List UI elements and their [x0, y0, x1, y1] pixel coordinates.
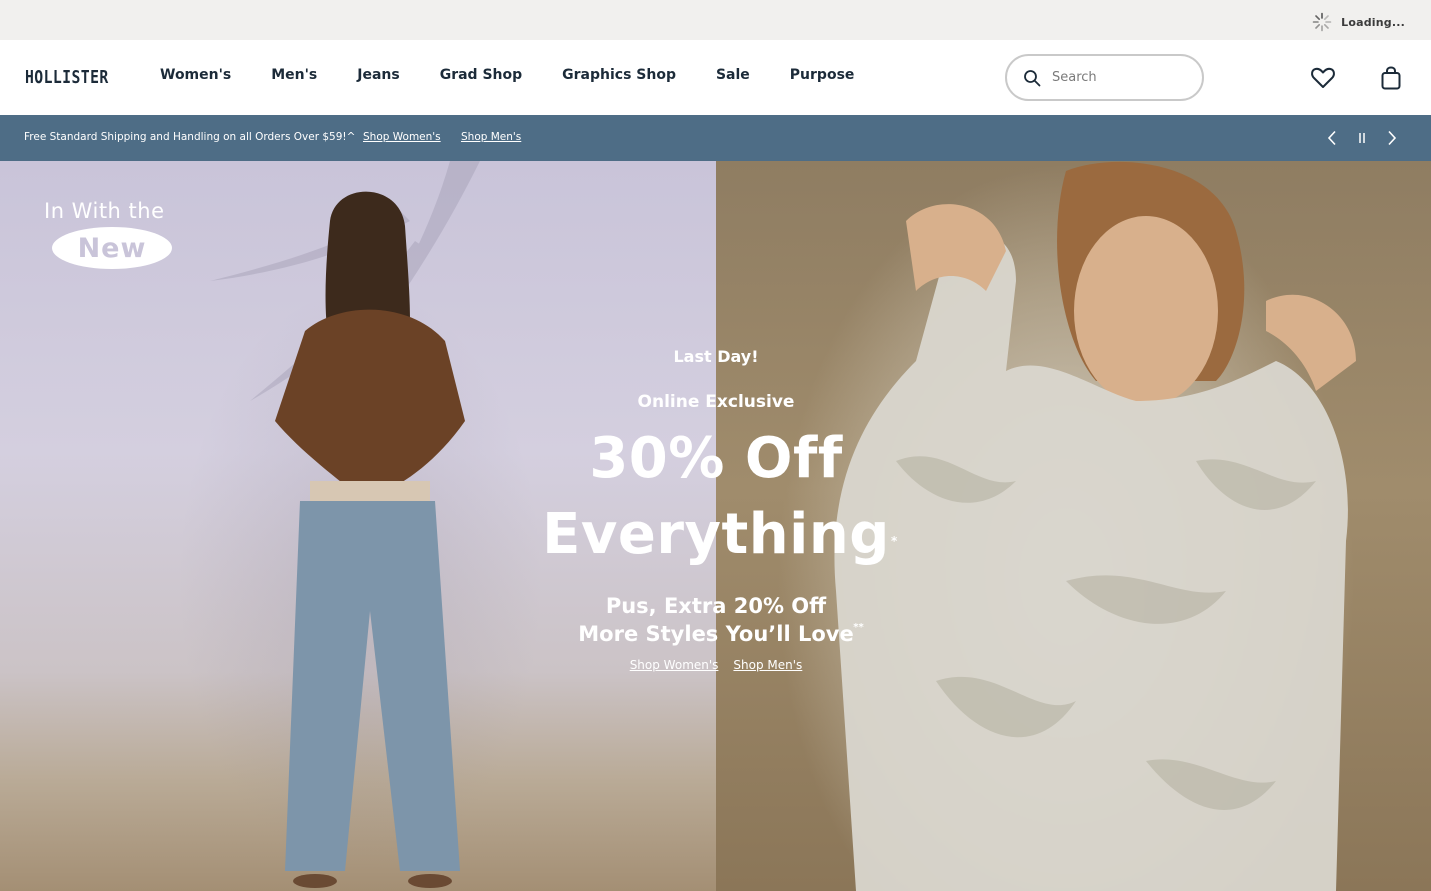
- model-woman-figure: [275, 191, 465, 888]
- promo-bar: Free Standard Shipping and Handling on a…: [0, 115, 1431, 161]
- nav-item-jeans[interactable]: Jeans: [357, 67, 399, 83]
- promo-pause-button[interactable]: [1351, 127, 1373, 149]
- promo-prev-button[interactable]: [1321, 127, 1343, 149]
- badge-new-text: New: [77, 232, 147, 264]
- headline-everything-text: Everything: [542, 502, 890, 567]
- hollister-logo[interactable]: HOLLISTER: [25, 67, 109, 88]
- search-input[interactable]: [1052, 70, 1182, 85]
- nav-item-womens[interactable]: Women's: [160, 67, 231, 83]
- loading-indicator: Loading...: [1312, 12, 1405, 32]
- hero-shop-mens-link[interactable]: Shop Men's: [733, 658, 802, 672]
- promo-shop-womens-link[interactable]: Shop Women's: [363, 131, 441, 143]
- last-day-text: Last Day!: [673, 347, 759, 366]
- pause-icon: [1359, 133, 1365, 143]
- site-header: HOLLISTER Women's Men's Jeans Grad Shop …: [0, 40, 1431, 115]
- wishlist-button[interactable]: [1309, 64, 1337, 92]
- nav-item-graphics-shop[interactable]: Graphics Shop: [562, 67, 676, 83]
- main-nav: Women's Men's Jeans Grad Shop Graphics S…: [160, 67, 854, 83]
- spinner-icon: [1312, 12, 1332, 32]
- nav-item-grad-shop[interactable]: Grad Shop: [440, 67, 522, 83]
- shopping-bag-button[interactable]: [1377, 64, 1405, 92]
- search-icon: [1024, 69, 1041, 86]
- shopping-bag-icon: [1381, 66, 1401, 90]
- hero-copy: Last Day! Online Exclusive 30% Off Every…: [456, 347, 976, 672]
- subline-2-text: More Styles You’ll Love: [578, 622, 854, 646]
- nav-item-purpose[interactable]: Purpose: [790, 67, 855, 83]
- chevron-left-icon: [1327, 130, 1336, 146]
- hero-subline-2: More Styles You’ll Love **: [578, 622, 863, 646]
- promo-next-button[interactable]: [1381, 127, 1403, 149]
- in-with-the-new-badge: In With the New: [40, 199, 190, 273]
- hero-links: Shop Women's Shop Men's: [456, 658, 976, 672]
- hero-headline-everything: Everything *: [542, 502, 897, 567]
- hero-banner[interactable]: In With the New Last Day! Online Exclusi…: [0, 161, 1431, 891]
- loading-text: Loading...: [1341, 15, 1405, 29]
- badge-top-text: In With the: [44, 199, 165, 223]
- online-exclusive-text: Online Exclusive: [637, 392, 795, 412]
- badge-oval: New: [52, 227, 172, 269]
- nav-item-sale[interactable]: Sale: [716, 67, 750, 83]
- utility-bar: Loading...: [0, 0, 1431, 40]
- search-box[interactable]: [1005, 54, 1204, 101]
- nav-item-mens[interactable]: Men's: [271, 67, 317, 83]
- promo-shop-mens-link[interactable]: Shop Men's: [461, 131, 521, 143]
- hero-shop-womens-link[interactable]: Shop Women's: [630, 658, 719, 672]
- chevron-right-icon: [1388, 130, 1397, 146]
- headline-asterisk: *: [891, 534, 898, 548]
- hero-headline-30-off: 30% Off: [589, 426, 843, 491]
- hero-subline-1: Pus, Extra 20% Off: [605, 594, 827, 618]
- subline-asterisks: **: [853, 622, 864, 633]
- promo-text: Free Standard Shipping and Handling on a…: [24, 131, 356, 143]
- heart-icon: [1311, 67, 1335, 88]
